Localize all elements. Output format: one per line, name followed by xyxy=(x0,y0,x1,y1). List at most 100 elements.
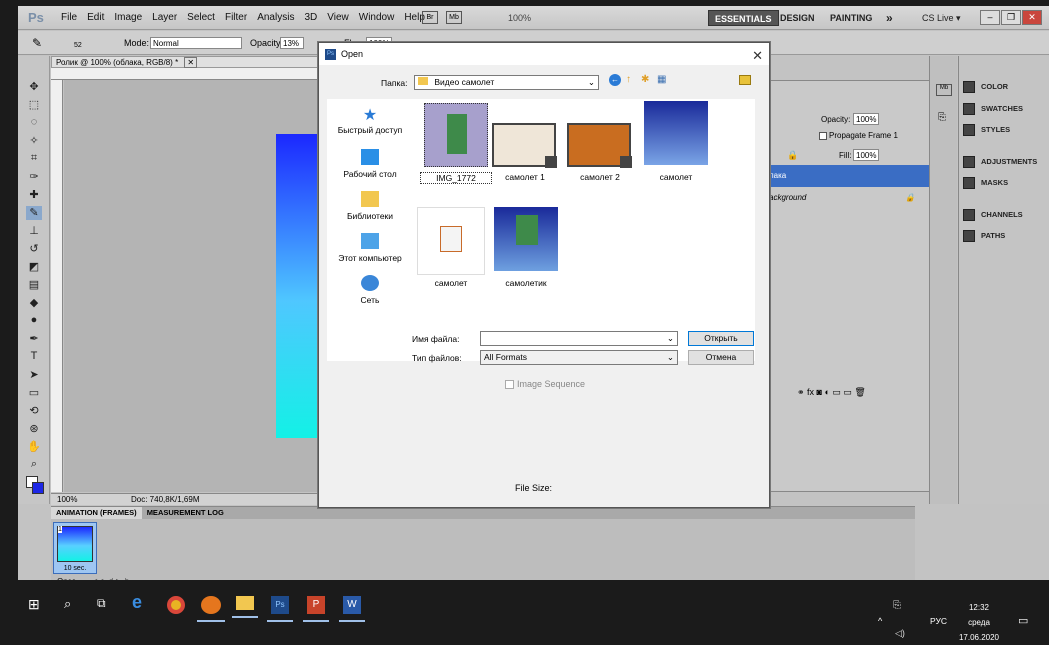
place-libraries[interactable]: Библиотеки xyxy=(327,191,413,221)
document-image[interactable] xyxy=(276,134,318,438)
panel-adjustments[interactable]: ADJUSTMENTS xyxy=(963,153,1037,171)
file-thumbnail-psd[interactable] xyxy=(417,207,485,275)
edge-icon[interactable]: e xyxy=(132,592,156,612)
propagate-checkbox[interactable] xyxy=(819,132,827,140)
file-thumbnail-video2[interactable] xyxy=(567,123,632,168)
minimize-button[interactable]: – xyxy=(980,10,1000,25)
powerpoint-icon[interactable]: P xyxy=(303,596,329,622)
workspace-design[interactable]: DESIGN xyxy=(774,10,821,26)
menu-layer[interactable]: Layer xyxy=(147,12,182,23)
notifications-icon[interactable]: ▭ xyxy=(1018,614,1028,627)
zoom-level[interactable]: 100% xyxy=(508,13,531,23)
minibridge-icon[interactable]: Mb xyxy=(936,84,952,96)
menu-filter[interactable]: Filter xyxy=(220,12,252,23)
file-thumbnail-sky[interactable] xyxy=(644,101,708,165)
panel-paths[interactable]: PATHS xyxy=(963,227,1005,245)
filetype-select[interactable]: All Formats ⌄ xyxy=(480,350,678,365)
hand-tool-icon[interactable]: ✋ xyxy=(26,440,42,454)
menu-image[interactable]: Image xyxy=(109,12,147,23)
panel-swatches[interactable]: SWATCHES xyxy=(963,100,1023,118)
zoom-tool-icon[interactable]: ⌕ xyxy=(26,458,42,472)
history-icon[interactable]: ⎘ xyxy=(938,112,946,123)
healing-tool-icon[interactable]: ✚ xyxy=(26,188,42,202)
network-tray-icon[interactable]: ⎘ xyxy=(893,600,901,611)
windows-start-icon[interactable]: ⊞ xyxy=(28,596,52,616)
dodge-tool-icon[interactable]: ● xyxy=(26,314,42,328)
pen-tool-icon[interactable]: ✒ xyxy=(26,332,42,346)
background-color[interactable] xyxy=(32,482,44,494)
crop-tool-icon[interactable]: ⌗ xyxy=(26,152,42,166)
layers-opacity-field[interactable]: 100% xyxy=(853,113,879,125)
eraser-tool-icon[interactable]: ◩ xyxy=(26,260,42,274)
place-network[interactable]: Сеть xyxy=(327,275,413,305)
3d-rotate-tool-icon[interactable]: ⟲ xyxy=(26,404,42,418)
close-icon[interactable]: ✕ xyxy=(184,57,198,68)
frame-delay[interactable]: 10 sec. xyxy=(54,565,96,572)
photoshop-taskbar-icon[interactable]: Ps xyxy=(267,596,293,622)
fill-field[interactable]: 100% xyxy=(853,149,879,161)
filename-input[interactable]: ⌄ xyxy=(480,331,678,346)
brush-tool-icon[interactable]: ✎ xyxy=(32,36,42,50)
menu-select[interactable]: Select xyxy=(182,12,220,23)
brush-size[interactable]: 52 xyxy=(74,42,82,49)
cancel-button[interactable]: Отмена xyxy=(688,350,754,365)
tab-measurement-log[interactable]: MEASUREMENT LOG xyxy=(142,507,229,519)
cs-live[interactable]: CS Live ▾ xyxy=(916,10,967,26)
close-button[interactable]: ✕ xyxy=(1022,10,1042,25)
clock[interactable]: 12:32 среда 17.06.2020 xyxy=(954,600,1004,645)
menu-view[interactable]: View xyxy=(322,12,354,23)
lasso-tool-icon[interactable]: ◌ xyxy=(26,116,42,130)
menu-window[interactable]: Window xyxy=(354,12,400,23)
search-icon[interactable]: ⌕ xyxy=(64,596,88,616)
layer-buttons[interactable]: ⚭ fx ◙ ◐ ▭ ▭ 🗑 xyxy=(797,387,866,398)
workspace-painting[interactable]: PAINTING xyxy=(824,10,878,26)
workspace-essentials[interactable]: ESSENTIALS xyxy=(708,10,779,26)
brush-tool-icon[interactable]: ✎ xyxy=(26,206,42,220)
gradient-tool-icon[interactable]: ▤ xyxy=(26,278,42,292)
panel-color[interactable]: COLOR xyxy=(963,78,1008,96)
panel-masks[interactable]: MASKS xyxy=(963,174,1008,192)
place-this-pc[interactable]: Этот компьютер xyxy=(327,233,413,263)
chevron-up-icon[interactable]: ^ xyxy=(878,616,882,626)
3d-orbit-tool-icon[interactable]: ⊛ xyxy=(26,422,42,436)
place-desktop[interactable]: Рабочий стол xyxy=(327,149,413,179)
language-indicator[interactable]: РУС xyxy=(930,616,947,626)
layer-row-clouds[interactable]: лака xyxy=(765,165,931,187)
layer-row-background[interactable]: ackground 🔒 xyxy=(765,187,931,209)
explorer-icon[interactable] xyxy=(232,596,258,618)
workspace-more[interactable]: » xyxy=(880,10,899,26)
file-thumbnail-video1[interactable] xyxy=(492,123,557,168)
tab-animation-frames[interactable]: ANIMATION (FRAMES) xyxy=(51,507,142,519)
task-view-icon[interactable]: ⧉ xyxy=(97,596,121,616)
animation-frame[interactable]: 1 10 sec. xyxy=(53,522,97,574)
quick-select-tool-icon[interactable]: ✧ xyxy=(26,134,42,148)
close-icon[interactable]: ✕ xyxy=(752,45,763,67)
minibridge-icon[interactable]: Mb xyxy=(446,11,462,24)
blur-tool-icon[interactable]: ◆ xyxy=(26,296,42,310)
move-tool-icon[interactable]: ✥ xyxy=(26,80,42,94)
opacity-field[interactable]: 13% xyxy=(280,37,304,49)
file-thumbnail-samoletik[interactable] xyxy=(494,207,558,271)
status-zoom[interactable]: 100% xyxy=(57,494,77,505)
panel-channels[interactable]: CHANNELS xyxy=(963,206,1023,224)
view-menu-icon[interactable]: ▦ xyxy=(657,74,666,85)
menu-edit[interactable]: Edit xyxy=(82,12,109,23)
eyedropper-tool-icon[interactable]: ✑ xyxy=(26,170,42,184)
stamp-tool-icon[interactable]: ⊥ xyxy=(26,224,42,238)
new-folder-icon[interactable]: ✱ xyxy=(641,74,649,85)
place-quick-access[interactable]: ★ Быстрый доступ xyxy=(327,105,413,135)
folder-select[interactable]: Видео самолет ⌄ xyxy=(414,75,599,90)
menu-file[interactable]: File xyxy=(56,12,82,23)
word-icon[interactable]: W xyxy=(339,596,365,622)
path-select-tool-icon[interactable]: ➤ xyxy=(26,368,42,382)
mode-select[interactable]: Normal xyxy=(150,37,242,49)
type-tool-icon[interactable]: T xyxy=(26,350,42,364)
shape-tool-icon[interactable]: ▭ xyxy=(26,386,42,400)
firefox-icon[interactable] xyxy=(197,596,225,622)
file-thumbnail-img1772[interactable] xyxy=(424,103,488,167)
lock-icon[interactable]: 🔒 xyxy=(787,150,798,161)
image-sequence-checkbox[interactable] xyxy=(505,380,514,389)
bridge-icon[interactable]: Br xyxy=(422,11,438,24)
menu-3d[interactable]: 3D xyxy=(299,12,322,23)
up-folder-icon[interactable]: ↑ xyxy=(626,74,631,85)
